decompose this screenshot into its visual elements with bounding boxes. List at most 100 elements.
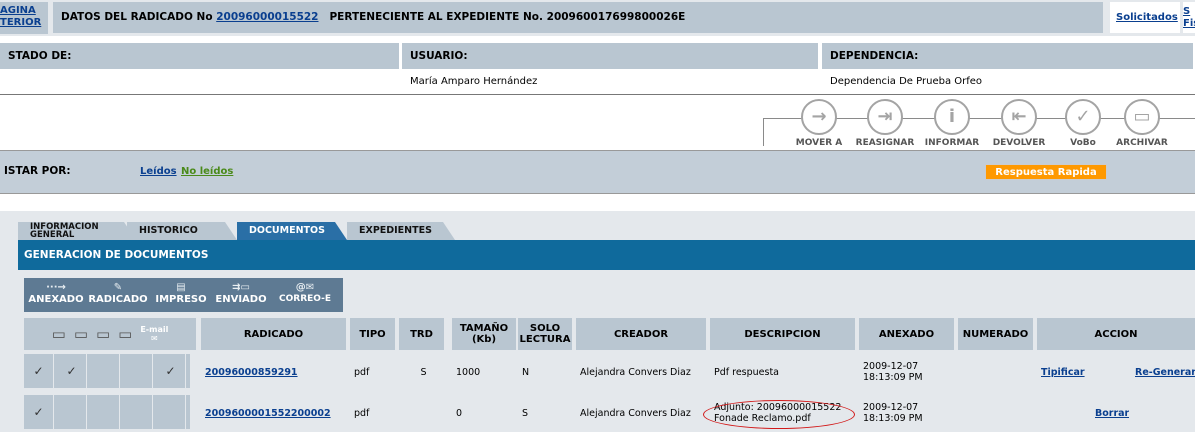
fisico-line2[interactable]: Fis bbox=[1183, 18, 1195, 30]
enviado-status bbox=[123, 354, 153, 388]
anexado-time: 18:13:09 PM bbox=[863, 413, 923, 424]
section-title: GENERACION DE DOCUMENTOS bbox=[18, 240, 1195, 270]
top-bar: AGINA TERIOR DATOS DEL RADICADO No 20096… bbox=[0, 0, 1195, 36]
dependencia-value: Dependencia De Prueba Orfeo bbox=[830, 76, 983, 87]
col-creador: CREADOR bbox=[576, 318, 706, 350]
anexado-date: 2009-12-07 bbox=[863, 361, 919, 372]
radicado-number-link[interactable]: 20096000015522 bbox=[216, 11, 318, 23]
action-connector-vertical bbox=[763, 118, 764, 146]
tab-documentos[interactable]: DOCUMENTOS bbox=[237, 222, 347, 240]
anexado-time: 18:13:09 PM bbox=[863, 372, 923, 383]
expediente-text: PERTENECIENTE AL EXPEDIENTE No. 20096001… bbox=[329, 11, 686, 23]
anexado-date: 2009-12-07 bbox=[863, 402, 919, 413]
action-archivar[interactable]: ▭ ARCHIVAR bbox=[1107, 99, 1177, 148]
arrow-right-icon[interactable]: → bbox=[801, 99, 837, 135]
send-icon: ⇉▭ bbox=[232, 282, 250, 293]
listar-label: ISTAR POR: bbox=[4, 165, 71, 177]
radicado-title-bar: DATOS DEL RADICADO No 20096000015522 PER… bbox=[53, 2, 1103, 33]
cell-action1: Tipificar bbox=[1037, 354, 1087, 390]
cell-action3 bbox=[1131, 395, 1195, 431]
tab-expedientes[interactable]: EXPEDIENTES bbox=[347, 222, 455, 240]
previous-page-link[interactable]: AGINA TERIOR bbox=[0, 2, 48, 34]
col-numerado: NUMERADO bbox=[958, 318, 1033, 350]
button-label: ENVIADO bbox=[215, 294, 267, 305]
return-icon[interactable]: ⇤ bbox=[1001, 99, 1037, 135]
cell-numerado bbox=[958, 354, 1033, 390]
status-icons-header: ▭▭▭▭ E-mail ✉ bbox=[24, 318, 196, 350]
action-label: INFORMAR bbox=[924, 138, 980, 148]
col-trd: TRD bbox=[399, 318, 444, 350]
tab-label: INFORMACION GENERAL bbox=[30, 222, 99, 240]
col-accion: ACCION bbox=[1037, 318, 1195, 350]
highlight-annotation bbox=[703, 400, 855, 429]
anexado-button[interactable]: ···→ ANEXADO bbox=[27, 282, 85, 305]
impreso-status bbox=[90, 354, 120, 388]
info-icon[interactable]: i bbox=[934, 99, 970, 135]
cell-solo-lectura: N bbox=[518, 354, 572, 390]
col-radicado: RADICADO bbox=[201, 318, 346, 350]
tab-edge bbox=[335, 222, 347, 240]
radicado-button[interactable]: ✎ RADICADO bbox=[86, 282, 150, 305]
email-icon-label: E-mail bbox=[140, 325, 169, 334]
radicado-link[interactable]: 2009600001552200002 bbox=[205, 408, 331, 419]
fisico-line1[interactable]: S bbox=[1183, 6, 1195, 18]
solicitados-link-box: Solicitados bbox=[1110, 2, 1180, 33]
action-informar[interactable]: i INFORMAR bbox=[917, 99, 987, 148]
action-label: DEVOLVER bbox=[992, 138, 1046, 148]
action-devolver[interactable]: ⇤ DEVOLVER bbox=[984, 99, 1054, 148]
archive-icon[interactable]: ▭ bbox=[1124, 99, 1160, 135]
cell-trd bbox=[399, 395, 444, 431]
regenerar-link[interactable]: Re-Generar bbox=[1135, 367, 1195, 378]
previous-page-line2[interactable]: TERIOR bbox=[0, 17, 48, 29]
tipificar-link[interactable]: Tipificar bbox=[1041, 367, 1085, 378]
cell-tamano: 0 bbox=[452, 395, 516, 431]
radicado-label: DATOS DEL RADICADO No bbox=[61, 11, 213, 23]
printer-icon: ▤ bbox=[176, 282, 186, 293]
impreso-status bbox=[90, 395, 120, 429]
document-toolbar: ···→ ANEXADO ✎ RADICADO ▤ IMPRESO ⇉▭ ENV… bbox=[24, 278, 343, 312]
table-row-1-radicado: 20096000859291 bbox=[201, 354, 346, 390]
correo-button[interactable]: @✉ CORREO-E bbox=[274, 282, 336, 304]
status-icons: ▭▭▭▭ bbox=[51, 324, 141, 343]
action-reasignar[interactable]: ⇥ REASIGNAR bbox=[850, 99, 920, 148]
button-label: ANEXADO bbox=[28, 294, 84, 305]
cell-creador: Alejandra Convers Diaz bbox=[576, 354, 706, 390]
borrar-link[interactable]: Borrar bbox=[1095, 408, 1129, 419]
solicitados-link[interactable]: Solicitados bbox=[1116, 12, 1178, 23]
cell-creador: Alejandra Convers Diaz bbox=[576, 395, 706, 431]
filter-bar: ISTAR POR: Leídos No leídos Respuesta Ra… bbox=[0, 150, 1195, 194]
dotted-arrow-icon: ···→ bbox=[46, 282, 66, 293]
radicado-link[interactable]: 20096000859291 bbox=[205, 367, 298, 378]
dependencia-header: DEPENDENCIA: bbox=[822, 43, 1195, 69]
impreso-button[interactable]: ▤ IMPRESO bbox=[152, 282, 210, 305]
enviado-button[interactable]: ⇉▭ ENVIADO bbox=[212, 282, 270, 305]
email-status bbox=[156, 395, 186, 429]
cell-anexado: 2009-12-07 18:13:09 PM bbox=[859, 354, 954, 390]
reassign-icon[interactable]: ⇥ bbox=[867, 99, 903, 135]
col-descripcion: DESCRIPCION bbox=[710, 318, 855, 350]
check-icon[interactable]: ✓ bbox=[1065, 99, 1101, 135]
button-label: CORREO-E bbox=[279, 294, 331, 304]
email-icon: @✉ bbox=[295, 282, 315, 293]
cell-tipo: pdf bbox=[350, 354, 395, 390]
filter-unread-link[interactable]: No leídos bbox=[181, 166, 233, 177]
col-tipo: TIPO bbox=[350, 318, 395, 350]
quick-response-button[interactable]: Respuesta Rapida bbox=[985, 164, 1107, 180]
pen-icon: ✎ bbox=[113, 282, 123, 293]
col-anexado: ANEXADO bbox=[859, 318, 954, 350]
filter-read-link[interactable]: Leídos bbox=[140, 166, 177, 177]
tab-label: HISTORICO bbox=[139, 225, 198, 236]
tab-informacion-general[interactable]: INFORMACION GENERAL bbox=[18, 222, 136, 240]
action-mover-a[interactable]: → MOVER A bbox=[784, 99, 854, 148]
cell-action2 bbox=[1091, 354, 1129, 390]
cell-anexado: 2009-12-07 18:13:09 PM bbox=[859, 395, 954, 431]
action-label: REASIGNAR bbox=[855, 138, 915, 148]
previous-page-line1[interactable]: AGINA bbox=[0, 5, 48, 17]
tab-historico[interactable]: HISTORICO bbox=[127, 222, 237, 240]
tab-label: EXPEDIENTES bbox=[359, 225, 432, 236]
fisico-link[interactable]: S Fis bbox=[1183, 2, 1195, 33]
action-label: MOVER A bbox=[795, 138, 843, 148]
email-icon: E-mail ✉ bbox=[140, 325, 169, 343]
usuario-header: USUARIO: bbox=[402, 43, 820, 69]
radicado-status: ✓ bbox=[57, 354, 87, 388]
